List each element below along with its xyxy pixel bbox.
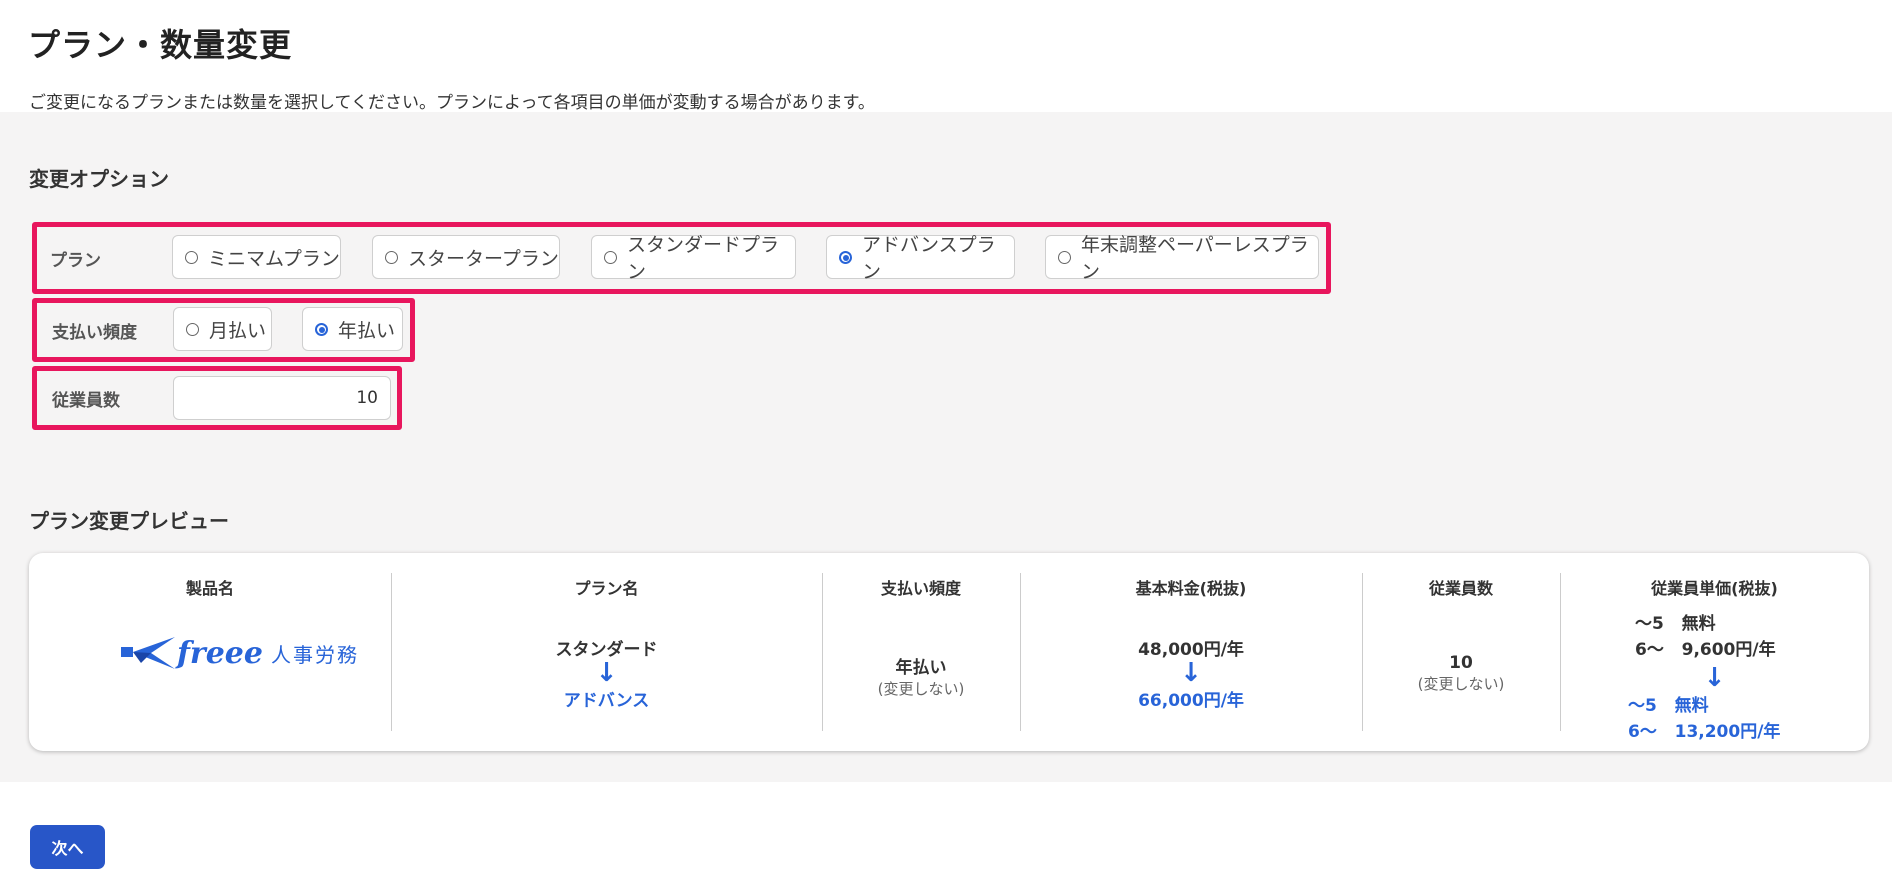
plan-option-label: アドバンスプラン — [862, 234, 996, 283]
unit-price: 無料 — [1674, 696, 1709, 716]
plan-new: アドバンス — [563, 691, 650, 711]
unit-old-row: 6〜 9,600円/年 — [1635, 637, 1776, 663]
radio-checked-icon — [315, 322, 328, 336]
frequency-value: 年払い — [895, 658, 947, 678]
plan-option-year-end-paperless[interactable]: 年末調整ペーパーレスプラン — [1045, 234, 1319, 283]
base-fee-old: 48,000円/年 — [1138, 640, 1244, 660]
plan-old: スタンダード — [555, 640, 658, 660]
unit-price-column: 従業員単価(税抜) 〜5 無料 6〜 9,600円/年 ↓ 〜5 無料 6〜 1… — [1560, 553, 1869, 751]
plan-column: プラン名 スタンダード ↓ アドバンス — [391, 553, 822, 751]
radio-unchecked-icon — [604, 250, 617, 264]
base-fee-column: 基本料金(税抜) 48,000円/年 ↓ 66,000円/年 — [1020, 553, 1362, 751]
page-title: プラン・数量変更 — [28, 26, 293, 64]
plan-option-advance[interactable]: アドバンスプラン — [826, 234, 1015, 283]
employees-label: 従業員数 — [52, 391, 120, 411]
base-fee-new: 66,000円/年 — [1138, 691, 1244, 711]
unit-new-row: 6〜 13,200円/年 — [1628, 719, 1780, 745]
plan-option-standard[interactable]: スタンダードプラン — [591, 234, 796, 283]
radio-unchecked-icon — [186, 322, 199, 336]
frequency-label: 支払い頻度 — [52, 323, 137, 343]
logo-script: freee — [177, 635, 263, 671]
preview-heading: プラン変更プレビュー — [29, 509, 229, 533]
plan-option-label: 年末調整ペーパーレスプラン — [1081, 234, 1309, 283]
page-description: ご変更になるプランまたは数量を選択してください。プランによって各項目の単価が変動… — [29, 93, 875, 113]
arrow-down-icon: ↓ — [1180, 658, 1202, 688]
plan-option-starter[interactable]: スタータープラン — [372, 235, 560, 279]
product-header: 製品名 — [185, 579, 234, 598]
unit-range: 6〜 — [1628, 722, 1657, 742]
plan-label: プラン — [50, 251, 101, 271]
radio-unchecked-icon — [1058, 250, 1071, 264]
unit-price: 無料 — [1681, 614, 1716, 634]
frequency-header: 支払い頻度 — [880, 579, 961, 598]
employees-input[interactable] — [173, 376, 391, 420]
frequency-option-label: 年払い — [338, 319, 396, 342]
frequency-option-monthly[interactable]: 月払い — [173, 307, 272, 351]
employees-header: 従業員数 — [1428, 579, 1493, 598]
freee-hr-logo: freee 人事労務 — [119, 633, 359, 673]
unit-new-row: 〜5 無料 — [1628, 693, 1780, 719]
frequency-option-label: 月払い — [209, 319, 267, 342]
plan-option-label: スタンダードプラン — [627, 234, 780, 283]
frequency-column: 支払い頻度 年払い (変更しない) — [822, 553, 1020, 751]
arrow-down-icon: ↓ — [595, 658, 618, 688]
product-column: 製品名 freee 人事労務 — [29, 553, 391, 751]
options-heading: 変更オプション — [29, 167, 169, 191]
unit-price: 13,200円/年 — [1674, 722, 1781, 742]
base-fee-header: 基本料金(税抜) — [1135, 579, 1247, 598]
frequency-note: (変更しない) — [877, 680, 965, 698]
plan-option-label: スタータープラン — [408, 247, 559, 270]
next-button[interactable]: 次へ — [30, 825, 105, 869]
employees-note: (変更しない) — [1417, 675, 1505, 693]
unit-price-header: 従業員単価(税抜) — [1651, 579, 1778, 598]
plan-option-label: ミニマムプラン — [208, 247, 340, 270]
unit-old-row: 〜5 無料 — [1635, 611, 1776, 637]
employees-value: 10 — [1449, 653, 1473, 673]
logo-text: 人事労務 — [270, 642, 359, 667]
unit-price: 9,600円/年 — [1681, 640, 1776, 660]
unit-range: 6〜 — [1635, 640, 1664, 660]
preview-card: 製品名 freee 人事労務 プラン名 スタンダード ↓ アドバンス 支払い頻度… — [29, 553, 1869, 751]
plan-header: プラン名 — [574, 579, 639, 598]
radio-unchecked-icon — [385, 250, 398, 264]
paper-plane-icon — [121, 637, 175, 669]
employees-column: 従業員数 10 (変更しない) — [1362, 553, 1560, 751]
radio-checked-icon — [839, 250, 852, 264]
unit-range: 〜5 — [1628, 696, 1657, 716]
arrow-down-icon: ↓ — [1703, 663, 1726, 693]
radio-unchecked-icon — [185, 250, 198, 264]
unit-range: 〜5 — [1635, 614, 1664, 634]
frequency-option-yearly[interactable]: 年払い — [302, 307, 403, 351]
plan-option-minimum[interactable]: ミニマムプラン — [172, 235, 341, 279]
